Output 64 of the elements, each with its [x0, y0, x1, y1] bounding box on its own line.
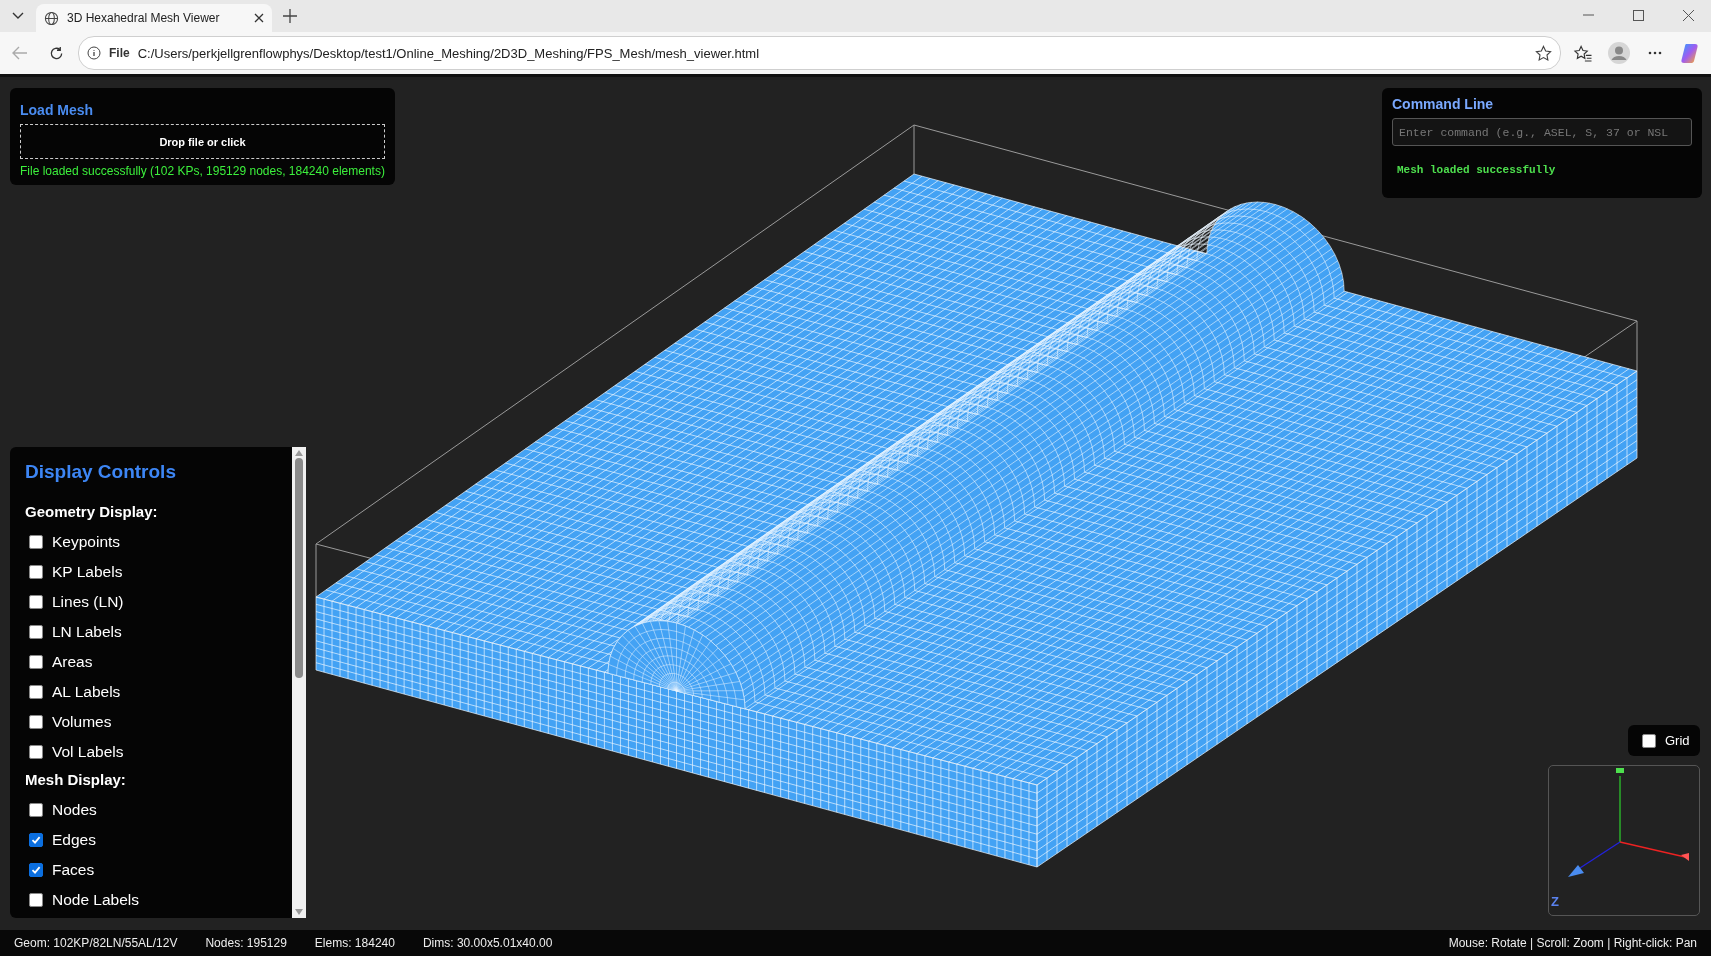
controls-hint-text: Mouse: Rotate | Scroll: Zoom | Right-click: Pan [1448, 936, 1697, 950]
load-status-message: File loaded successfully (102 KPs, 195129 nodes, 184240 elements) [20, 164, 385, 178]
url-text: C:/Users/perkjellgrenflowphys/Desktop/test1/Online_Meshing/2D3D_Meshing/FPS_Mesh/mesh_viewer.html [137, 45, 761, 61]
checkbox-label[interactable]: Nodes [52, 801, 97, 819]
command-output-text: Mesh loaded successfully [1397, 164, 1557, 176]
avatar-icon [1608, 42, 1630, 64]
checkbox[interactable] [29, 535, 43, 549]
section-heading: Geometry Display: [25, 503, 159, 520]
command-input-field[interactable]: Enter command (e.g., ASEL, S, 37 or NSL [1392, 118, 1692, 146]
back-arrow-icon [12, 46, 28, 60]
checkbox-label[interactable]: Keypoints [52, 533, 121, 551]
checkbox-label[interactable]: Areas [52, 653, 93, 671]
star-list-icon [1573, 44, 1593, 62]
panel-title: Display Controls [25, 461, 177, 483]
maximize-icon [1632, 9, 1644, 21]
checkbox[interactable] [1642, 733, 1656, 748]
checkbox[interactable] [29, 655, 43, 669]
checkbox-label[interactable]: KP Labels [52, 563, 123, 581]
status-text: Elems: 184240 [314, 936, 395, 950]
status-text: Geom: 102KP/82LN/55AL/12V [14, 936, 178, 950]
file-drop-zone[interactable]: Drop file or click [20, 124, 385, 159]
section-heading: Mesh Display: [25, 771, 127, 788]
axis-label: Z [1551, 894, 1559, 909]
checkbox[interactable] [29, 803, 43, 817]
panel-title: Command Line [1392, 96, 1495, 112]
globe-icon [44, 10, 59, 26]
checkbox-label[interactable]: Faces [52, 861, 95, 879]
address-bar[interactable]: File C:/Users/perkjellgrenflowphys/Desktop/test1/Online_Meshing/2D3D_Meshing/FPS_Mesh/mesh_viewer.html [78, 36, 1561, 70]
star-icon[interactable] [1535, 44, 1552, 62]
checkbox[interactable] [29, 833, 43, 847]
checkbox[interactable] [29, 565, 43, 579]
checkbox-label[interactable]: Node Labels [52, 891, 140, 909]
checkbox-label[interactable]: Volumes [52, 713, 112, 731]
checkbox[interactable] [29, 863, 43, 877]
panel-title: Load Mesh [20, 102, 95, 118]
scroll-down-icon[interactable] [295, 909, 303, 915]
browser-tab[interactable]: 3D Hexahedral Mesh Viewer [36, 4, 272, 32]
status-text: Dims: 30.00x5.01x40.00 [422, 936, 553, 950]
close-icon[interactable] [254, 13, 264, 23]
checkbox-label[interactable]: Vol Labels [52, 743, 124, 761]
checkbox-label[interactable]: Grid [1665, 733, 1690, 748]
scrollbar[interactable] [292, 447, 306, 918]
checkbox-label[interactable]: Lines (LN) [52, 593, 124, 611]
close-icon [1682, 9, 1694, 21]
scroll-up-icon[interactable] [295, 450, 303, 456]
scrollbar-thumb[interactable] [295, 458, 303, 678]
checkbox[interactable] [29, 625, 43, 639]
info-icon[interactable] [87, 46, 101, 60]
minimize-icon [1582, 14, 1594, 16]
checkbox[interactable] [29, 685, 43, 699]
checkbox-label[interactable]: Edges [52, 831, 96, 849]
more-icon [1648, 51, 1662, 55]
checkbox[interactable] [29, 715, 43, 729]
profile-button[interactable] [1605, 39, 1633, 67]
checkbox[interactable] [29, 595, 43, 609]
checkbox[interactable] [29, 893, 43, 907]
url-scheme-label: File [109, 46, 130, 60]
checkbox[interactable] [29, 745, 43, 759]
plus-icon [283, 9, 297, 23]
chevron-down-icon [12, 12, 24, 20]
reload-icon [48, 45, 64, 61]
checkbox-label[interactable]: LN Labels [52, 623, 122, 641]
checkbox-label[interactable]: AL Labels [52, 683, 121, 701]
status-text: Nodes: 195129 [205, 936, 287, 950]
